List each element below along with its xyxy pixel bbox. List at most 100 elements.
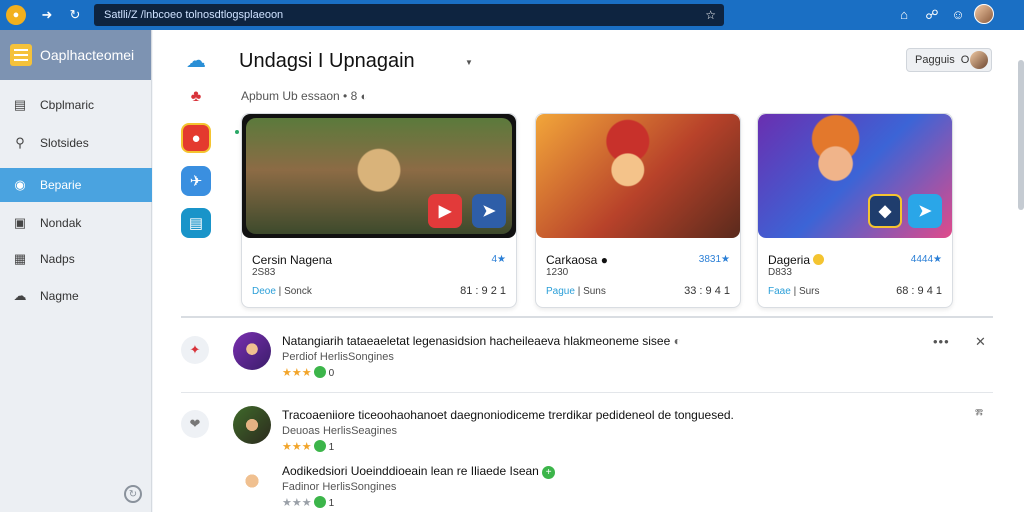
row-divider (181, 392, 993, 393)
list-item-subtitle: Fadinor HerlisSongines (282, 481, 397, 493)
publisher-tag: Pague (546, 286, 575, 297)
settings-icon[interactable]: ↻ (124, 485, 142, 503)
app-icon-teal[interactable]: ▤ (181, 208, 211, 238)
app-icon-blue[interactable]: ✈ (181, 166, 211, 196)
chevron-down-icon[interactable]: ▼ (465, 58, 473, 67)
card-rating: 4★ (491, 254, 506, 265)
sidebar-app-header[interactable]: Oaplhacteomei (0, 30, 151, 80)
app-thumbnail (233, 462, 271, 500)
list-item-subtitle: Perdiof HerlisSongines (282, 351, 394, 363)
address-bar[interactable]: Satlli/Z /lnbcoeo tolnosdtlogsplaeoon ☆ (94, 4, 724, 26)
rating-stars: ★★★ 1 (282, 440, 334, 453)
app-badge-icon[interactable]: ◆ (868, 194, 902, 228)
browser-logo-icon[interactable]: ● (6, 5, 26, 25)
play-icon[interactable]: ▶ (428, 194, 462, 228)
stars-text: ★★★ (282, 441, 312, 453)
list-item[interactable]: ❤ Tracoaeniiore ticeoohaohanoet daegnoni… (181, 406, 993, 466)
app-thumbnail (233, 332, 271, 370)
card-stats: 81 : 9 2 1 (460, 285, 506, 297)
account-icon[interactable]: ☺ (950, 7, 966, 22)
card-title: Carkaosa ● (546, 253, 608, 267)
publisher-tag: Deoe (252, 286, 276, 297)
section-divider (181, 316, 993, 318)
publisher-tag: Faae (768, 286, 791, 297)
card-stats: 68 : 9 4 1 (896, 285, 942, 297)
run-icon[interactable]: ➤ (908, 194, 942, 228)
scrollbar[interactable] (1018, 60, 1024, 210)
browser-toolbar: ● ➜ ↻ Satlli/Z /lnbcoeo tolnosdtlogsplae… (0, 0, 1024, 30)
stars-text: ★★★ (282, 497, 312, 509)
sign-in-label: Pagguis (915, 54, 955, 66)
rating-count: 1 (328, 442, 335, 453)
sidebar-item-3[interactable]: ▣ Nondak (0, 206, 152, 240)
sidebar-item-4[interactable]: ▦ Nadps (0, 242, 152, 276)
main-content: ☁ ♣ ● ✈ ▤ Undagsi I Upnagain ▼ Apbum Ub … (153, 30, 1024, 512)
profile-avatar[interactable] (974, 4, 994, 24)
list-item-title-text: Natangiarih tataeaeletat legenasidsion h… (282, 334, 671, 348)
list-item[interactable]: ✦ Natangiarih tataeaeletat legenasidsion… (181, 332, 993, 392)
sidebar-item-label: Beparie (40, 178, 82, 192)
badge-icon (313, 440, 326, 452)
publisher-name: Surs (798, 286, 820, 297)
list-item-title: Aodikedsiori Uoeinddioeain lean re Iliae… (282, 464, 556, 479)
publisher-name: Suns (583, 286, 606, 297)
sidebar-item-label: Nondak (40, 216, 82, 230)
app-thumbnail (233, 406, 271, 444)
home-icon[interactable]: ⌂ (896, 7, 912, 22)
coin-icon (813, 254, 825, 265)
sidebar-item-5[interactable]: ☁ Nagme (0, 279, 152, 313)
avatar (970, 51, 988, 69)
subtitle-text: Apbum Ub essaon • 8 (241, 89, 358, 103)
game-card-2[interactable]: ◆ ➤ Dageria 4444★ D833 Faae | Surs 68 : … (757, 113, 953, 308)
collapse-icon[interactable]: ⰿ (975, 408, 983, 421)
info-icon[interactable]: ◐ (361, 91, 368, 103)
app-logo-icon (10, 44, 32, 66)
carousel-indicator (235, 130, 239, 134)
reload-icon[interactable]: ↻ (68, 7, 82, 23)
list-item[interactable]: Aodikedsiori Uoeinddioeain lean re Iliae… (181, 462, 993, 512)
publisher-name: Sonck (284, 286, 312, 297)
game-thumbnail (536, 114, 740, 238)
window-icon: ▣ (13, 215, 27, 230)
sign-in-button[interactable]: Pagguis O (906, 48, 992, 72)
card-size: 2S83 (252, 267, 276, 278)
list-item-title-text: Aodikedsiori Uoeinddioeain lean re Iliae… (282, 464, 539, 478)
rating-stars: ★★★ 0 (282, 366, 334, 379)
stars-text: ★★★ (282, 367, 312, 379)
card-rating: 3831★ (698, 254, 730, 265)
list-icon: ▤ (13, 97, 27, 112)
badge-icon (313, 496, 326, 508)
list-item-title: Natangiarih tataeaeletat legenasidsion h… (282, 334, 681, 348)
sidebar-item-label: Nagme (40, 289, 79, 303)
info-icon[interactable]: ◐ (674, 334, 681, 348)
page-subtitle: Apbum Ub essaon • 8 ◐ (241, 89, 367, 103)
sidebar-item-0[interactable]: ▤ Cbplmaric (0, 88, 152, 122)
sidebar: Oaplhacteomei ▤ Cbplmaric ⚲ Slotsides ◉ … (0, 30, 152, 512)
card-stats: 33 : 9 4 1 (684, 285, 730, 297)
cloud-upload-icon[interactable]: ☁ (181, 45, 211, 75)
card-title-text: Dageria (768, 253, 811, 267)
card-publisher: Deoe | Sonck (252, 286, 312, 297)
card-title: Dageria (768, 253, 825, 267)
sidebar-item-1[interactable]: ⚲ Slotsides (0, 126, 152, 160)
sidebar-item-2[interactable]: ◉ Beparie (0, 168, 152, 202)
sidebar-app-title: Oaplhacteomei (40, 47, 135, 63)
card-size: 1230 (546, 267, 569, 278)
shield-icon[interactable]: ☍ (924, 7, 940, 23)
more-options-icon[interactable]: ••• (933, 334, 950, 349)
forward-icon[interactable]: ➜ (40, 7, 54, 23)
image-icon: ▦ (13, 251, 27, 266)
cloud-icon: ☁ (13, 288, 27, 303)
card-size: D833 (768, 267, 792, 278)
list-item-title: Tracoaeniiore ticeoohaohanoet daegnoniod… (282, 408, 734, 422)
add-icon[interactable]: + (542, 466, 556, 479)
sidebar-item-label: Slotsides (40, 136, 89, 150)
close-icon[interactable]: ✕ (975, 334, 986, 350)
game-card-0[interactable]: ▶ ➤ Cersin Nagena 4★ 2S83 Deoe | Sonck 8… (241, 113, 517, 308)
category-icon: ❤ (181, 410, 209, 438)
game-controller-icon[interactable]: ♣ (181, 82, 211, 112)
game-card-1[interactable]: Carkaosa ● 3831★ 1230 Pague | Suns 33 : … (535, 113, 741, 308)
app-icon-red[interactable]: ● (181, 123, 211, 153)
navigate-icon[interactable]: ➤ (472, 194, 506, 228)
star-icon[interactable]: ☆ (705, 8, 716, 22)
